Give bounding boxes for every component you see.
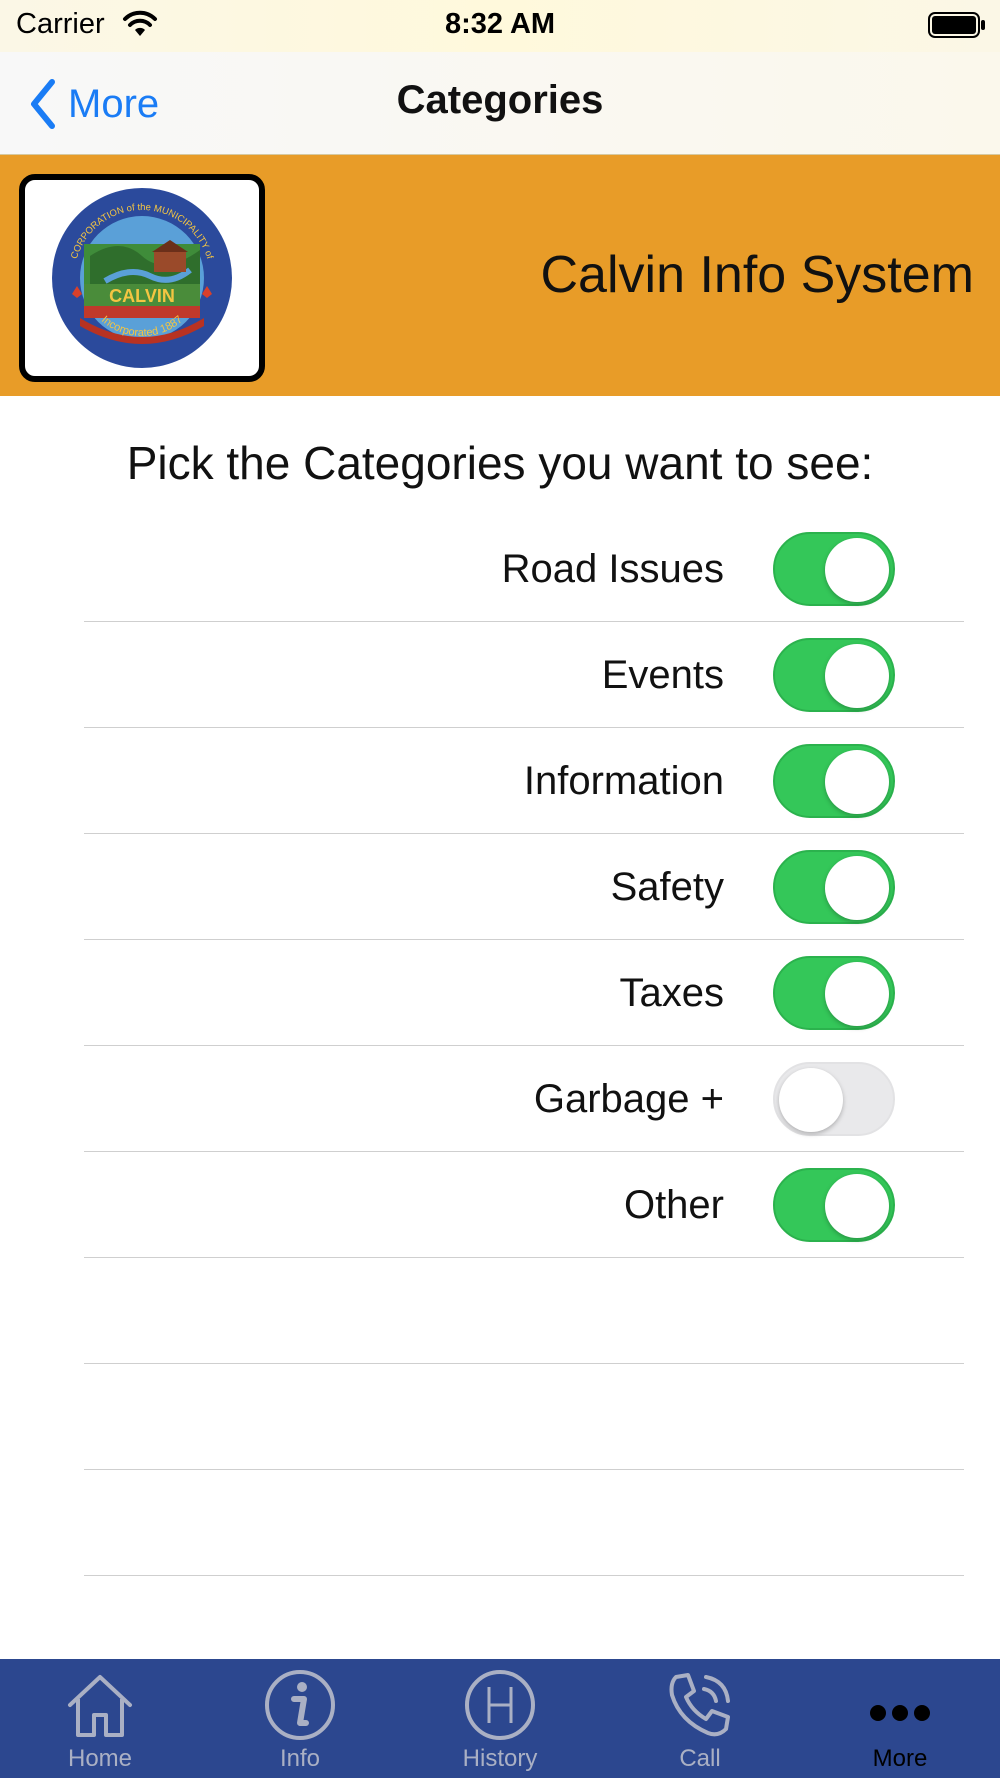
toggle-knob: [825, 538, 889, 602]
phone-icon: [669, 1673, 730, 1737]
category-row: Safety: [84, 834, 964, 940]
category-label: Other: [623, 1183, 724, 1227]
more-icon: [870, 1705, 930, 1721]
history-icon: [465, 1670, 535, 1740]
tab-label: Home: [67, 1745, 133, 1772]
tab-info[interactable]: Info: [200, 1659, 400, 1778]
tab-label: Info: [279, 1745, 321, 1772]
category-label: Road Issues: [501, 547, 724, 591]
toggle-knob: [779, 1068, 843, 1132]
tab-more[interactable]: More: [800, 1659, 1000, 1778]
home-icon: [68, 1675, 132, 1737]
svg-text:CALVIN: CALVIN: [109, 286, 175, 306]
category-toggle-other[interactable]: [773, 1168, 895, 1242]
category-toggle-information[interactable]: [773, 744, 895, 818]
toggle-knob: [825, 856, 889, 920]
tab-label: History: [462, 1745, 538, 1772]
toggle-knob: [825, 1174, 889, 1238]
calvin-seal-icon: CALVIN CORPORATION of the MUNICIPALITY o…: [52, 188, 232, 368]
empty-row: [84, 1364, 964, 1470]
category-toggle-road-issues[interactable]: [773, 532, 895, 606]
navigation-bar: More Categories: [0, 52, 1000, 155]
tab-call[interactable]: Call: [600, 1659, 800, 1778]
category-row: Taxes: [84, 940, 964, 1046]
category-row: Road Issues: [84, 516, 964, 622]
category-label: Taxes: [619, 971, 725, 1015]
tab-history[interactable]: History: [400, 1659, 600, 1778]
tab-label: More: [872, 1745, 928, 1772]
battery-icon: [928, 12, 985, 38]
header-banner: CALVIN CORPORATION of the MUNICIPALITY o…: [0, 155, 1000, 396]
category-row: Information: [84, 728, 964, 834]
toggle-knob: [825, 750, 889, 814]
empty-row: [84, 1470, 964, 1576]
tab-bar: Home Info History Call More: [0, 1659, 1000, 1778]
tab-home[interactable]: Home: [0, 1659, 200, 1778]
category-label: Events: [601, 653, 724, 697]
categories-prompt: Pick the Categories you want to see:: [126, 437, 874, 489]
category-toggle-events[interactable]: [773, 638, 895, 712]
banner-title: Calvin Info System: [540, 246, 975, 304]
category-row: Garbage +: [84, 1046, 964, 1152]
status-bar: Carrier 8:32 AM: [0, 0, 1000, 52]
category-label: Information: [523, 759, 724, 803]
municipality-logo: CALVIN CORPORATION of the MUNICIPALITY o…: [19, 174, 265, 382]
categories-list: Road Issues Events Information Safety Ta…: [84, 516, 964, 1576]
category-row: Other: [84, 1152, 964, 1258]
toggle-knob: [825, 644, 889, 708]
category-toggle-garbage[interactable]: [773, 1062, 895, 1136]
category-row: Events: [84, 622, 964, 728]
category-label: Safety: [610, 865, 724, 909]
category-toggle-safety[interactable]: [773, 850, 895, 924]
category-label: Garbage +: [533, 1077, 724, 1121]
category-toggle-taxes[interactable]: [773, 956, 895, 1030]
empty-row: [84, 1258, 964, 1364]
page-title: Categories: [396, 78, 604, 122]
info-icon: [265, 1670, 335, 1740]
status-time: 8:32 AM: [444, 8, 556, 40]
tab-label: Call: [679, 1745, 721, 1772]
toggle-knob: [825, 962, 889, 1026]
